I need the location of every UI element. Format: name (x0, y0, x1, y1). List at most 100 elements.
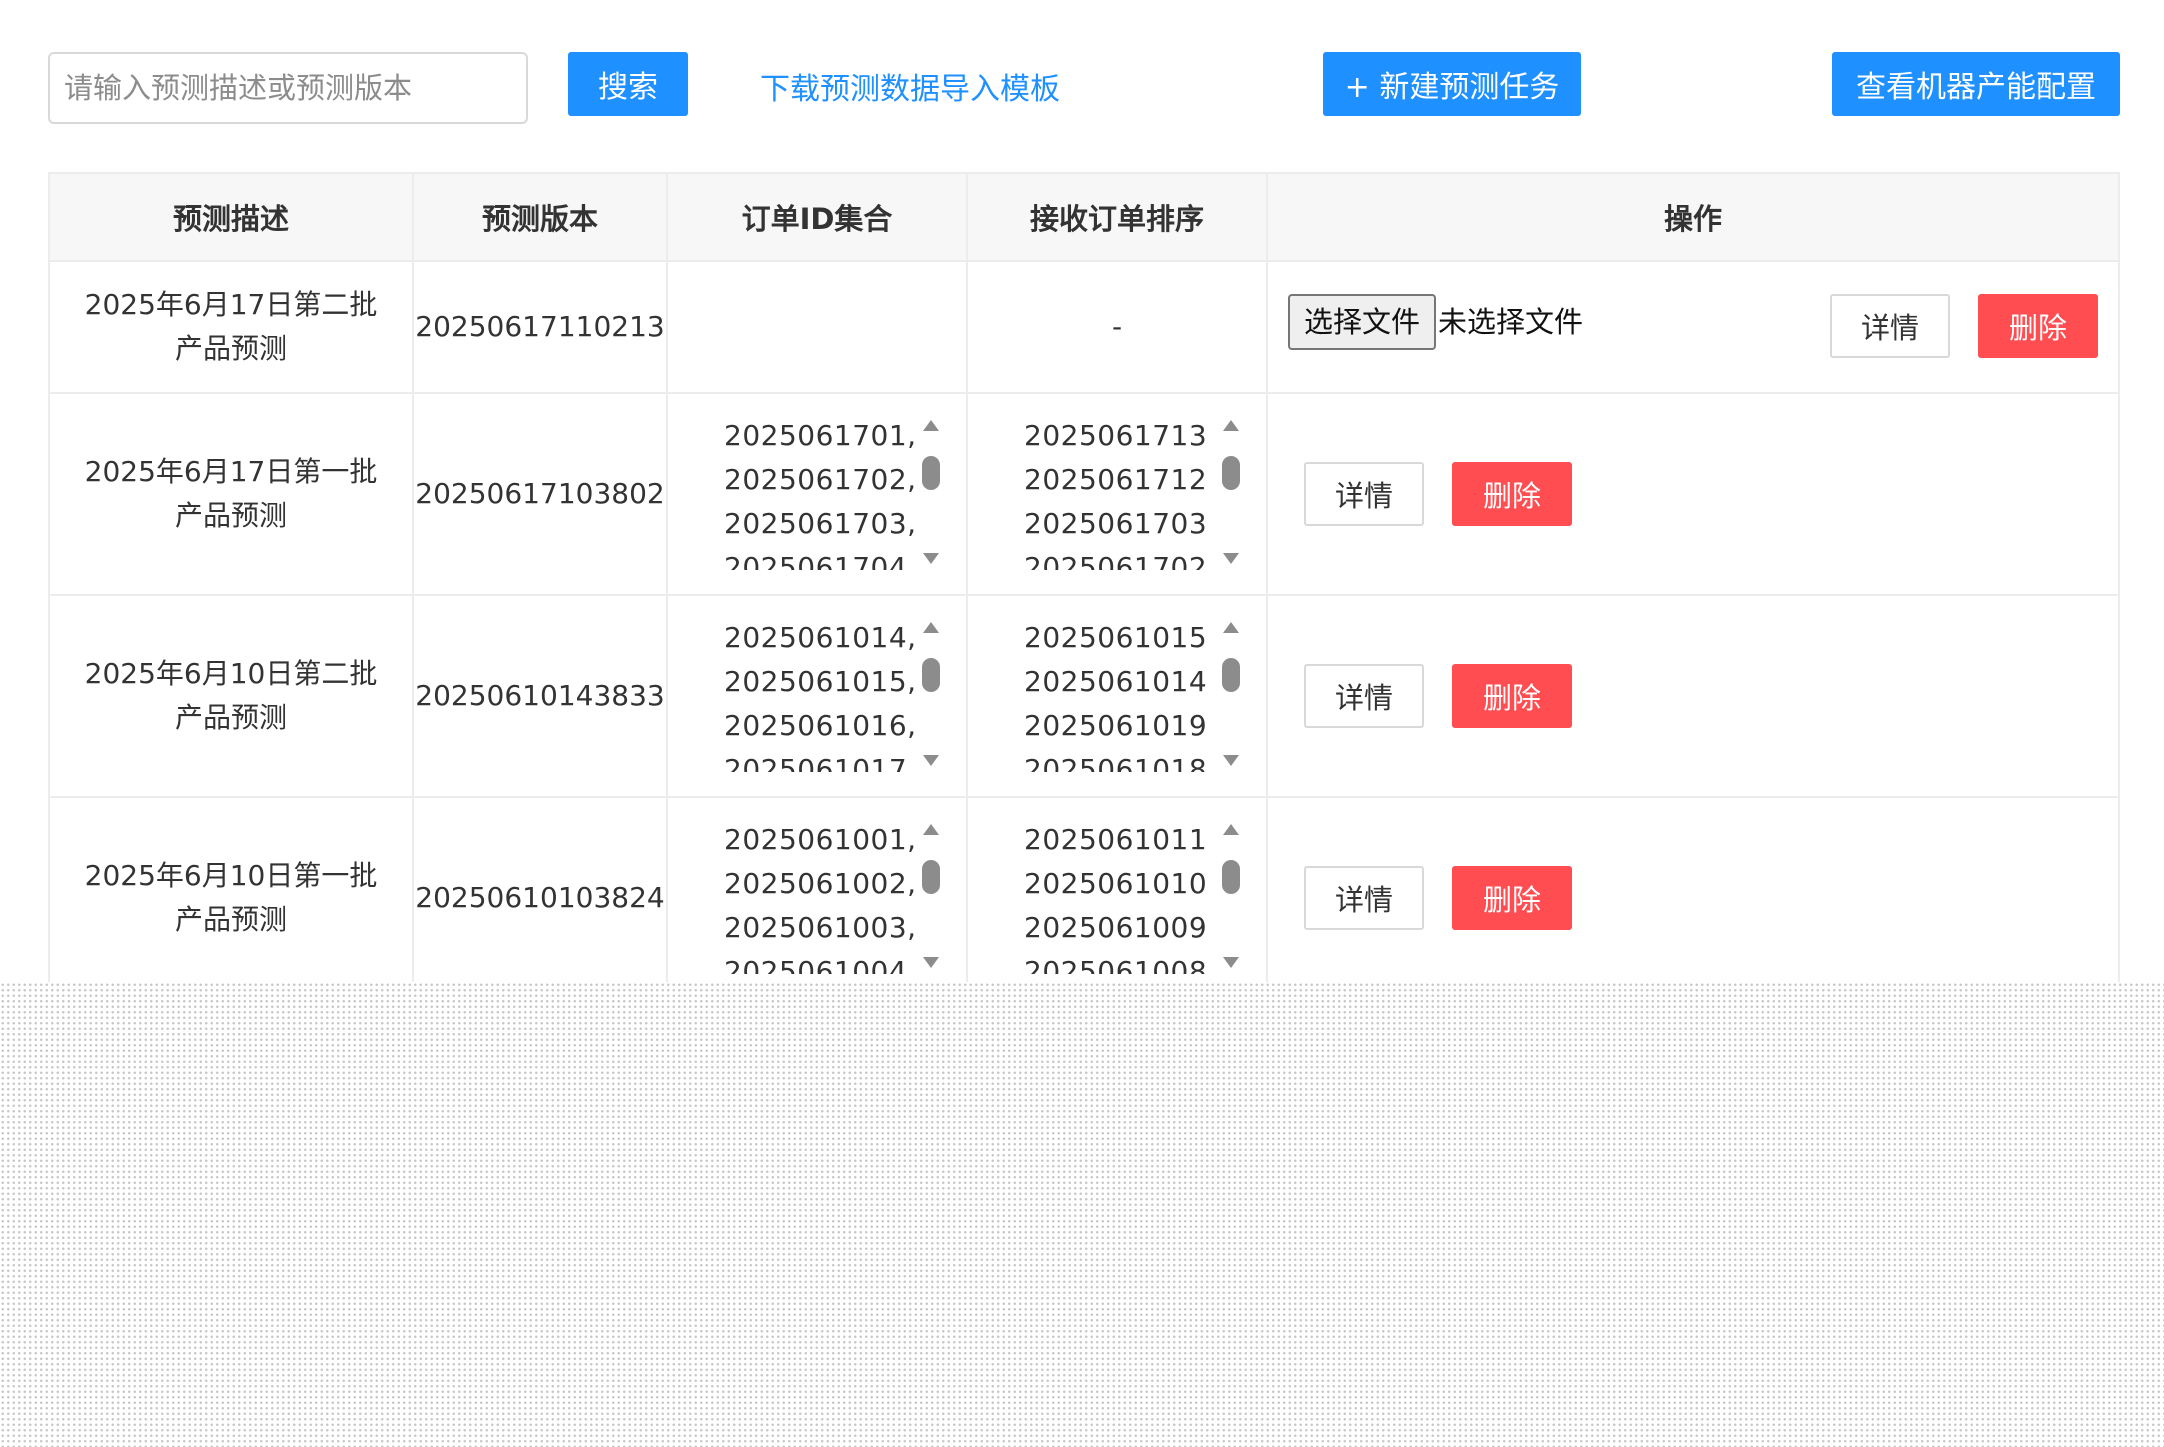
header-received-order-sort: 接收订单排序 (968, 174, 1268, 260)
row-received-order-sort[interactable]: 2025061011 2025061010 2025061009 2025061… (968, 798, 1268, 998)
scroll-down-arrow-icon[interactable] (1223, 755, 1239, 766)
scrollbar[interactable] (918, 412, 944, 572)
list-item: 2025061003, (724, 911, 917, 944)
scroll-up-arrow-icon[interactable] (1223, 622, 1239, 633)
list-item: 2025061712 (1024, 463, 1208, 496)
list-item: 2025061019 (1024, 709, 1208, 742)
choose-file-button[interactable]: 选择文件 (1288, 294, 1437, 350)
scroll-thumb[interactable] (1222, 860, 1240, 894)
list-item: 2025061701, (724, 419, 917, 452)
row-actions: 详情 删除 (1268, 798, 2118, 998)
list-item: 2025061002, (724, 867, 917, 900)
header-version: 预测版本 (414, 174, 668, 260)
detail-button[interactable]: 详情 (1304, 664, 1424, 728)
row-description: 2025年6月10日第二批产品预测 (84, 657, 378, 734)
list-item: 2025061011 (1024, 823, 1208, 856)
row-actions: 详情 删除 (1268, 596, 2118, 796)
list-item: 2025061713 (1024, 419, 1208, 452)
list-item: 2025061702 (1024, 551, 1208, 570)
new-forecast-task-button[interactable]: + 新建预测任务 (1323, 52, 1581, 116)
scroll-down-arrow-icon[interactable] (923, 957, 939, 968)
list-item: 2025061004 (724, 955, 908, 974)
row-version: 20250617110213 (414, 262, 668, 392)
list-item: 2025061018 (1024, 753, 1208, 772)
delete-button[interactable]: 删除 (1978, 294, 2098, 358)
search-input[interactable] (48, 52, 528, 124)
scroll-up-arrow-icon[interactable] (1223, 824, 1239, 835)
scroll-down-arrow-icon[interactable] (923, 755, 939, 766)
file-status: 未选择文件 (1438, 305, 1584, 339)
delete-button[interactable]: 删除 (1452, 664, 1572, 728)
row-order-ids (668, 262, 968, 392)
order-id-list: 2025061014, 2025061015, 2025061016, 2025… (724, 616, 917, 772)
scroll-up-arrow-icon[interactable] (923, 420, 939, 431)
list-item: 2025061017 (724, 753, 908, 772)
detail-button[interactable]: 详情 (1830, 294, 1950, 358)
received-order-list: 2025061011 2025061010 2025061009 2025061… (1024, 818, 1207, 974)
scroll-down-arrow-icon[interactable] (1223, 957, 1239, 968)
scroll-up-arrow-icon[interactable] (923, 824, 939, 835)
table-row: 2025年6月17日第一批产品预测 20250617103802 2025061… (50, 394, 2118, 596)
scroll-thumb[interactable] (922, 658, 940, 692)
list-item: 2025061008 (1024, 955, 1208, 974)
scroll-down-arrow-icon[interactable] (1223, 553, 1239, 564)
scroll-down-arrow-icon[interactable] (923, 553, 939, 564)
scroll-thumb[interactable] (1222, 658, 1240, 692)
header-description: 预测描述 (50, 174, 414, 260)
row-description: 2025年6月17日第一批产品预测 (84, 455, 378, 532)
header-order-ids: 订单ID集合 (668, 174, 968, 260)
machine-capacity-config-button[interactable]: 查看机器产能配置 (1832, 52, 2120, 116)
list-item: 2025061703 (1024, 507, 1208, 540)
row-description: 2025年6月10日第一批产品预测 (84, 859, 378, 936)
row-version: 20250610143833 (414, 596, 668, 796)
blank-area (0, 982, 2164, 1447)
row-order-ids[interactable]: 2025061014, 2025061015, 2025061016, 2025… (668, 596, 968, 796)
detail-button[interactable]: 详情 (1304, 462, 1424, 526)
row-received-order-sort: - (968, 262, 1268, 392)
row-description: 2025年6月17日第二批产品预测 (84, 288, 378, 365)
scrollbar[interactable] (1218, 816, 1244, 976)
list-item: 2025061702, (724, 463, 917, 496)
list-item: 2025061015, (724, 665, 917, 698)
scrollbar[interactable] (918, 816, 944, 976)
delete-button[interactable]: 删除 (1452, 462, 1572, 526)
scroll-thumb[interactable] (1222, 456, 1240, 490)
list-item: 2025061703, (724, 507, 917, 540)
scrollbar[interactable] (1218, 412, 1244, 572)
row-order-ids[interactable]: 2025061001, 2025061002, 2025061003, 2025… (668, 798, 968, 998)
scroll-up-arrow-icon[interactable] (1223, 420, 1239, 431)
forecast-table: 预测描述 预测版本 订单ID集合 接收订单排序 操作 2025年6月17日第二批… (48, 172, 2120, 1000)
row-actions: 选择文件 未选择文件 详情 删除 (1268, 262, 2118, 392)
download-template-link[interactable]: 下载预测数据导入模板 (760, 64, 1060, 108)
list-item: 2025061001, (724, 823, 917, 856)
scroll-thumb[interactable] (922, 860, 940, 894)
list-item: 2025061014, (724, 621, 917, 654)
list-item: 2025061014 (1024, 665, 1208, 698)
table-row: 2025年6月17日第二批产品预测 20250617110213 - 选择文件 … (50, 262, 2118, 394)
table-header: 预测描述 预测版本 订单ID集合 接收订单排序 操作 (50, 174, 2118, 262)
header-actions: 操作 (1663, 202, 1722, 236)
list-item: 2025061015 (1024, 621, 1208, 654)
row-version: 20250610103824 (414, 798, 668, 998)
received-order-list: 2025061713 2025061712 2025061703 2025061… (1024, 414, 1207, 570)
scroll-up-arrow-icon[interactable] (923, 622, 939, 633)
table-row: 2025年6月10日第一批产品预测 20250610103824 2025061… (50, 798, 2118, 1000)
row-actions: 详情 删除 (1268, 394, 2118, 594)
received-order-list: 2025061015 2025061014 2025061019 2025061… (1024, 616, 1207, 772)
scrollbar[interactable] (918, 614, 944, 774)
row-order-ids[interactable]: 2025061701, 2025061702, 2025061703, 2025… (668, 394, 968, 594)
list-item: 2025061010 (1024, 867, 1208, 900)
order-id-list: 2025061701, 2025061702, 2025061703, 2025… (724, 414, 917, 570)
list-item: 2025061009 (1024, 911, 1208, 944)
order-id-list: 2025061001, 2025061002, 2025061003, 2025… (724, 818, 917, 974)
row-received-order-sort[interactable]: 2025061713 2025061712 2025061703 2025061… (968, 394, 1268, 594)
list-item: 2025061704 (724, 551, 908, 570)
scrollbar[interactable] (1218, 614, 1244, 774)
delete-button[interactable]: 删除 (1452, 866, 1572, 930)
table-row: 2025年6月10日第二批产品预测 20250610143833 2025061… (50, 596, 2118, 798)
detail-button[interactable]: 详情 (1304, 866, 1424, 930)
scroll-thumb[interactable] (922, 456, 940, 490)
row-version: 20250617103802 (414, 394, 668, 594)
row-received-order-sort[interactable]: 2025061015 2025061014 2025061019 2025061… (968, 596, 1268, 796)
search-button[interactable]: 搜索 (568, 52, 688, 116)
